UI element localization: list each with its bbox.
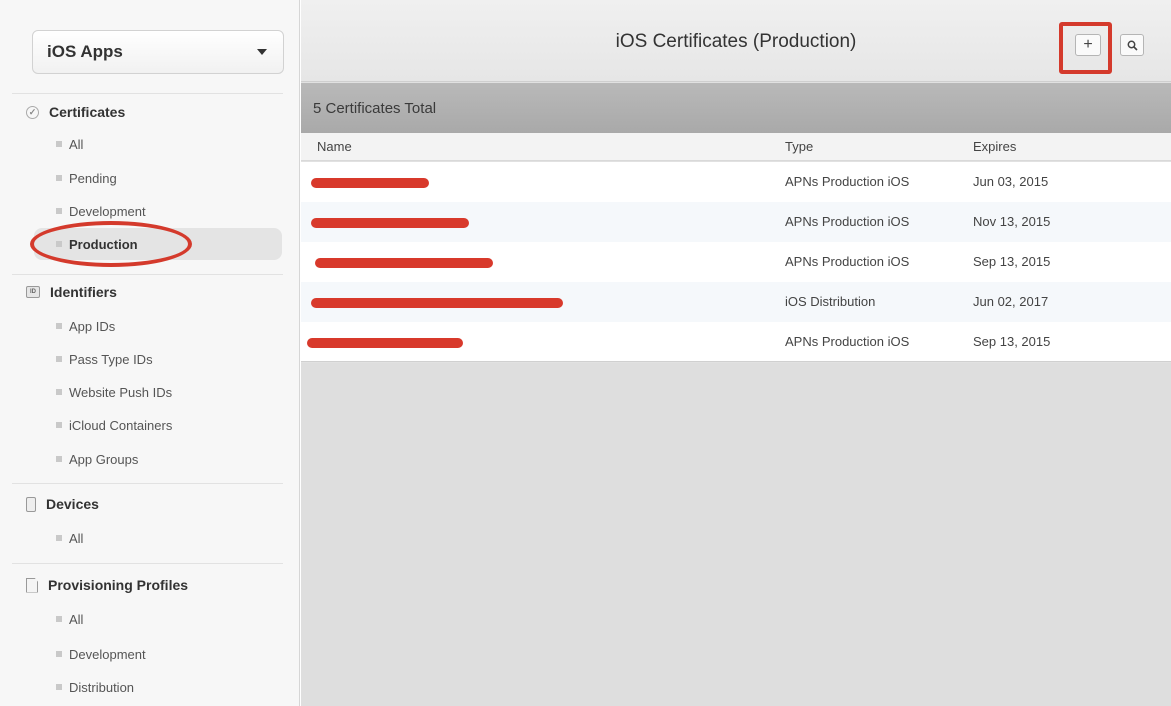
- bullet-icon: [56, 175, 62, 181]
- redaction-mark: [307, 338, 463, 348]
- certificate-count-bar: 5 Certificates Total: [301, 83, 1171, 133]
- sidebar-section-certificates[interactable]: ✓ Certificates: [26, 104, 125, 120]
- device-icon: [26, 496, 36, 512]
- sidebar: iOS Apps ✓ Certificates All Pending Deve…: [0, 0, 300, 706]
- sidebar-item-label: Pass Type IDs: [69, 351, 153, 367]
- sidebar-item-certificates-all[interactable]: All: [56, 133, 83, 155]
- certificate-count: 5 Certificates Total: [313, 99, 437, 117]
- cell-type: APNs Production iOS: [785, 334, 910, 349]
- cell-expires: Jun 02, 2017: [973, 294, 1049, 309]
- chevron-down-icon: [257, 49, 267, 55]
- cell-type: APNs Production iOS: [785, 254, 910, 269]
- sidebar-divider: [12, 563, 283, 564]
- main-panel: iOS Certificates (Production) + 5 Certif…: [301, 0, 1171, 706]
- table-row[interactable]: APNs Production iOS Jun 03, 2015: [301, 162, 1171, 202]
- bullet-icon: [56, 356, 62, 362]
- sidebar-item-devices-all[interactable]: All: [56, 527, 83, 549]
- cell-type: APNs Production iOS: [785, 214, 910, 229]
- sidebar-item-label: App Groups: [69, 451, 139, 467]
- sidebar-divider: [12, 274, 283, 275]
- sidebar-section-title: Devices: [46, 496, 99, 512]
- bullet-icon: [56, 535, 62, 541]
- sidebar-section-identifiers[interactable]: ID Identifiers: [26, 284, 117, 300]
- bullet-icon: [56, 616, 62, 622]
- page-header: iOS Certificates (Production) +: [301, 0, 1171, 82]
- sidebar-item-app-ids[interactable]: App IDs: [56, 315, 115, 337]
- platform-dropdown[interactable]: iOS Apps: [32, 30, 284, 74]
- redaction-mark: [311, 178, 429, 188]
- page-title: iOS Certificates (Production): [615, 31, 857, 52]
- sidebar-section-provisioning-profiles[interactable]: Provisioning Profiles: [26, 577, 188, 593]
- search-icon: [1127, 40, 1138, 51]
- bullet-icon: [56, 422, 62, 428]
- sidebar-item-label: App IDs: [69, 318, 116, 334]
- sidebar-item-label: Development: [69, 646, 146, 662]
- redaction-mark: [311, 298, 563, 308]
- sidebar-item-icloud-containers[interactable]: iCloud Containers: [56, 414, 172, 436]
- cell-expires: Nov 13, 2015: [973, 214, 1051, 229]
- sidebar-item-app-groups[interactable]: App Groups: [56, 448, 138, 470]
- sidebar-section-devices[interactable]: Devices: [26, 496, 99, 512]
- sidebar-item-label: All: [69, 611, 84, 627]
- certificate-icon: ✓: [26, 105, 39, 119]
- bullet-icon: [56, 389, 62, 395]
- sidebar-divider: [12, 93, 283, 94]
- sidebar-section-title: Provisioning Profiles: [48, 577, 189, 593]
- platform-dropdown-label: iOS Apps: [47, 42, 123, 61]
- bullet-icon: [56, 323, 62, 329]
- bullet-icon: [56, 456, 62, 462]
- table-header: Name Type Expires: [301, 133, 1171, 161]
- redaction-mark: [315, 258, 493, 268]
- empty-area: [301, 363, 1171, 706]
- document-icon: [26, 577, 38, 593]
- table-row[interactable]: iOS Distribution Jun 02, 2017: [301, 282, 1171, 322]
- sidebar-item-pass-type-ids[interactable]: Pass Type IDs: [56, 348, 153, 370]
- sidebar-item-label: All: [69, 530, 84, 546]
- sidebar-item-profiles-distribution[interactable]: Distribution: [56, 676, 134, 698]
- annotation-ellipse: [30, 221, 192, 267]
- sidebar-item-label: Distribution: [69, 679, 135, 695]
- redaction-mark: [311, 218, 469, 228]
- sidebar-item-label: iCloud Containers: [69, 417, 173, 433]
- cell-expires: Sep 13, 2015: [973, 254, 1051, 269]
- bullet-icon: [56, 141, 62, 147]
- cell-expires: Sep 13, 2015: [973, 334, 1051, 349]
- sidebar-item-pending[interactable]: Pending: [56, 167, 117, 189]
- sidebar-item-label: All: [69, 136, 84, 152]
- bullet-icon: [56, 684, 62, 690]
- table-row[interactable]: APNs Production iOS Sep 13, 2015: [301, 322, 1171, 362]
- bullet-icon: [56, 651, 62, 657]
- table-row[interactable]: APNs Production iOS Nov 13, 2015: [301, 202, 1171, 242]
- sidebar-item-profiles-development[interactable]: Development: [56, 643, 146, 665]
- bullet-icon: [56, 208, 62, 214]
- column-header-type[interactable]: Type: [785, 139, 813, 154]
- sidebar-item-label: Pending: [69, 170, 117, 186]
- id-card-icon: ID: [26, 286, 40, 298]
- search-button[interactable]: [1120, 34, 1144, 56]
- table-row[interactable]: APNs Production iOS Sep 13, 2015: [301, 242, 1171, 282]
- annotation-box: [1059, 22, 1112, 74]
- sidebar-item-profiles-all[interactable]: All: [56, 608, 83, 630]
- column-header-expires[interactable]: Expires: [973, 139, 1016, 154]
- cell-type: APNs Production iOS: [785, 174, 910, 189]
- sidebar-item-development[interactable]: Development: [56, 200, 146, 222]
- cell-type: iOS Distribution: [785, 294, 876, 309]
- sidebar-item-label: Website Push IDs: [69, 384, 173, 400]
- sidebar-section-title: Identifiers: [50, 284, 117, 300]
- sidebar-divider: [12, 483, 283, 484]
- sidebar-section-title: Certificates: [49, 104, 126, 120]
- sidebar-item-label: Development: [69, 203, 146, 219]
- sidebar-item-website-push-ids[interactable]: Website Push IDs: [56, 381, 172, 403]
- cell-expires: Jun 03, 2015: [973, 174, 1049, 189]
- column-header-name[interactable]: Name: [317, 139, 352, 154]
